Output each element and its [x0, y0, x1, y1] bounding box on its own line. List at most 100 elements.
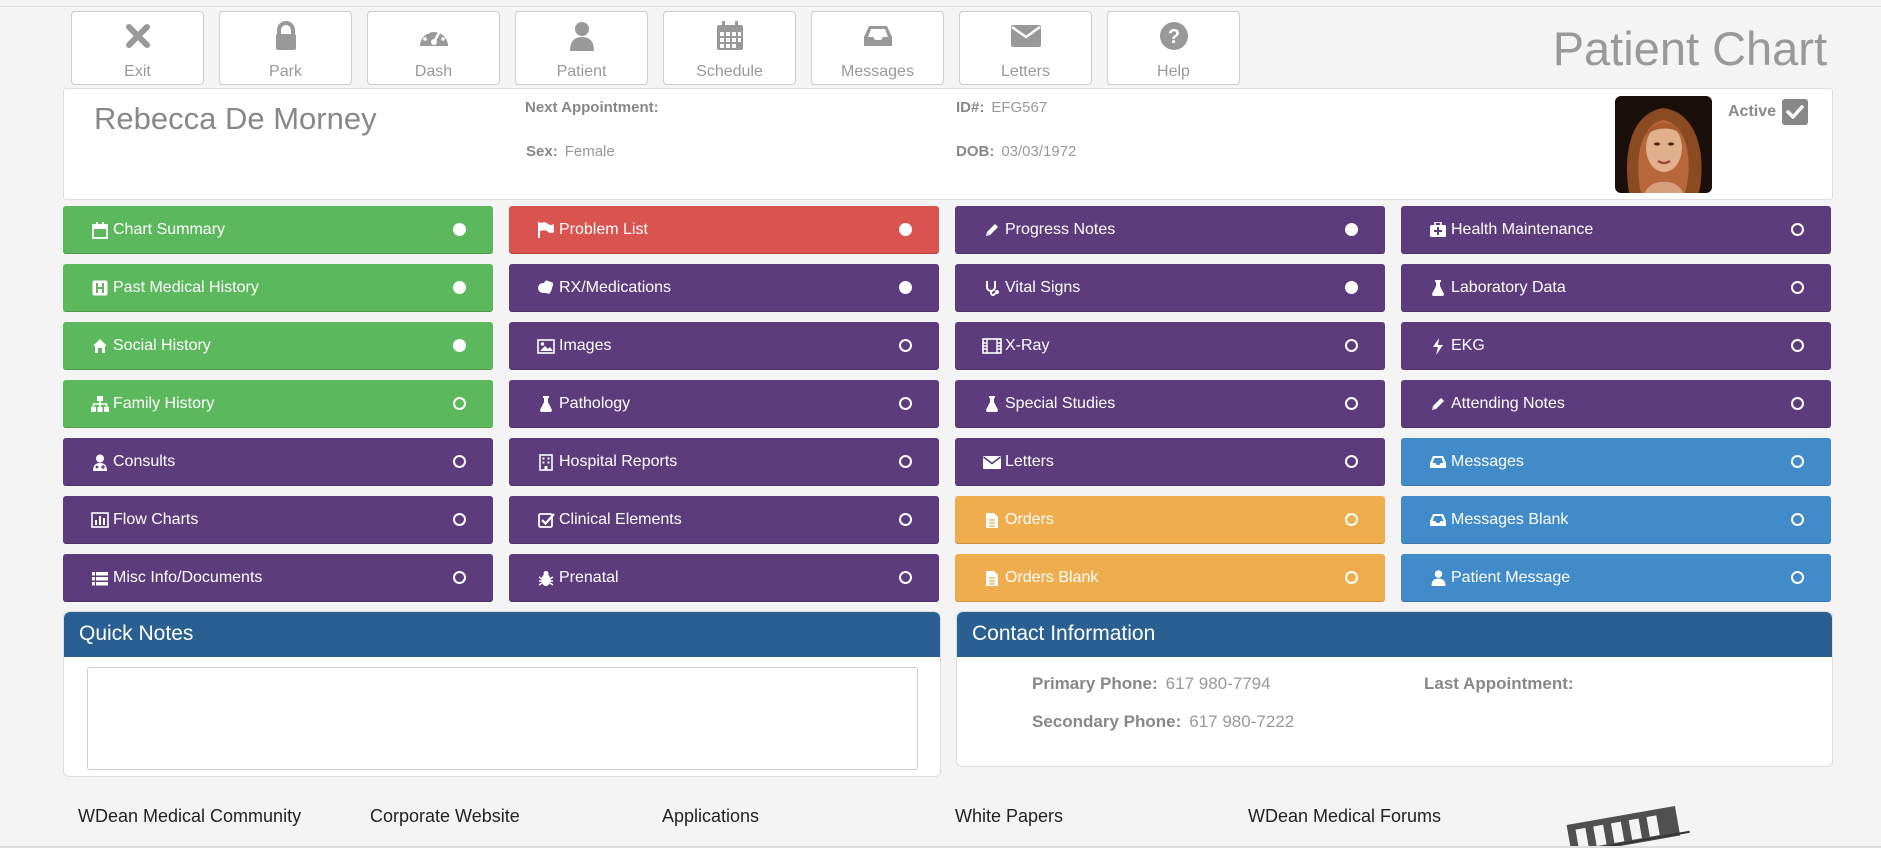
tile-label: Messages — [1451, 453, 1524, 470]
footer-link-forums[interactable]: WDean Medical Forums — [1248, 806, 1441, 827]
tile-label: Laboratory Data — [1451, 279, 1566, 296]
tile-health-maintenance[interactable]: Health Maintenance — [1401, 206, 1831, 254]
tile-label: Flow Charts — [113, 511, 199, 528]
tile-label: Social History — [113, 337, 211, 354]
id-value: EFG567 — [991, 99, 1048, 116]
status-dot-empty — [1345, 513, 1358, 526]
letters-button[interactable]: Letters — [959, 11, 1092, 85]
status-dot-empty — [453, 397, 466, 410]
status-dot-empty — [1791, 397, 1804, 410]
close-icon — [120, 18, 156, 54]
envelope-icon — [982, 452, 1002, 472]
tile-label: RX/Medications — [559, 279, 672, 296]
tile-label: Images — [559, 337, 612, 354]
status-dot-empty — [1791, 223, 1804, 236]
flask-icon — [982, 394, 1002, 414]
hospital-h-icon — [90, 278, 110, 298]
tile-ekg[interactable]: EKG — [1401, 322, 1831, 370]
exit-button[interactable]: Exit — [71, 11, 204, 85]
tile-label: Letters — [1005, 453, 1054, 470]
tile-problem-list[interactable]: Problem List — [509, 206, 939, 254]
medkit-icon — [1428, 220, 1448, 240]
tile-family-history[interactable]: Family History — [63, 380, 493, 428]
pencil-icon — [982, 220, 1002, 240]
tile-vital-signs[interactable]: Vital Signs — [955, 264, 1385, 312]
sex-value: Female — [564, 143, 615, 160]
footer-link-community[interactable]: WDean Medical Community — [78, 806, 301, 827]
park-button[interactable]: Park — [219, 11, 352, 85]
tile-rx-medications[interactable]: RX/Medications — [509, 264, 939, 312]
tile-social-history[interactable]: Social History — [63, 322, 493, 370]
sex-label: Sex: — [526, 143, 558, 160]
flask-icon — [1428, 278, 1448, 298]
tile-patient-message[interactable]: Patient Message — [1401, 554, 1831, 602]
bug-icon — [536, 568, 556, 588]
patient-photo — [1615, 96, 1712, 193]
user-md-icon — [90, 452, 110, 472]
patient-button[interactable]: Patient — [515, 11, 648, 85]
tile-chart-summary[interactable]: Chart Summary — [63, 206, 493, 254]
primary-phone-value: 617 980-7794 — [1165, 674, 1271, 693]
status-dot-empty — [899, 455, 912, 468]
park-label: Park — [269, 63, 302, 80]
help-button[interactable]: ? Help — [1107, 11, 1240, 85]
tile-label: Progress Notes — [1005, 221, 1116, 238]
image-icon — [536, 336, 556, 356]
dash-label: Dash — [414, 63, 453, 80]
tile-laboratory-data[interactable]: Laboratory Data — [1401, 264, 1831, 312]
patient-header-card: Rebecca De Morney Next Appointment: Sex:… — [63, 88, 1833, 200]
status-dot-empty — [1345, 571, 1358, 584]
tile-clinical-elements[interactable]: Clinical Elements — [509, 496, 939, 544]
next-appointment-field: Next Appointment: — [525, 99, 666, 116]
bolt-icon — [1428, 336, 1448, 356]
chart-sections-grid: Chart Summary Problem List Progress Notes H… — [63, 206, 1831, 602]
footer-link-corporate[interactable]: Corporate Website — [370, 806, 520, 827]
status-dot-empty — [1791, 571, 1804, 584]
tile-messages[interactable]: Messages — [1401, 438, 1831, 486]
messages-button[interactable]: Messages — [811, 11, 944, 85]
inbox-icon — [860, 18, 896, 54]
tile-orders[interactable]: Orders — [955, 496, 1385, 544]
last-appointment-field: Last Appointment: — [1424, 674, 1582, 694]
tile-label: X-Ray — [1005, 337, 1050, 354]
pills-icon — [536, 278, 556, 298]
user-icon — [1428, 568, 1448, 588]
tile-misc-info-documents[interactable]: Misc Info/Documents — [63, 554, 493, 602]
tile-letters[interactable]: Letters — [955, 438, 1385, 486]
tile-prenatal[interactable]: Prenatal — [509, 554, 939, 602]
tile-orders-blank[interactable]: Orders Blank — [955, 554, 1385, 602]
last-appointment-label: Last Appointment: — [1424, 674, 1574, 693]
footer-link-applications[interactable]: Applications — [662, 806, 759, 827]
sitemap-icon — [90, 394, 110, 414]
active-label: Active — [1728, 103, 1777, 120]
active-checkbox[interactable] — [1782, 99, 1809, 125]
dash-button[interactable]: Dash — [367, 11, 500, 85]
tile-messages-blank[interactable]: Messages Blank — [1401, 496, 1831, 544]
schedule-button[interactable]: Schedule — [663, 11, 796, 85]
svg-text:?: ? — [1167, 26, 1179, 48]
tile-x-ray[interactable]: X-Ray — [955, 322, 1385, 370]
tile-label: Pathology — [559, 395, 631, 412]
primary-phone-field: Primary Phone: 617 980-7794 — [1032, 674, 1271, 694]
help-icon: ? — [1156, 18, 1192, 54]
contact-info-panel: Contact Information Primary Phone: 617 98… — [956, 611, 1833, 767]
file-icon — [982, 568, 1002, 588]
quick-notes-input[interactable] — [87, 667, 918, 770]
tile-consults[interactable]: Consults — [63, 438, 493, 486]
user-icon — [564, 18, 600, 54]
contact-info-title: Contact Information — [957, 612, 1832, 657]
tile-progress-notes[interactable]: Progress Notes — [955, 206, 1385, 254]
status-dot-filled — [1345, 223, 1358, 236]
tile-hospital-reports[interactable]: Hospital Reports — [509, 438, 939, 486]
tile-special-studies[interactable]: Special Studies — [955, 380, 1385, 428]
tile-flow-charts[interactable]: Flow Charts — [63, 496, 493, 544]
sex-field: Sex: Female — [526, 143, 615, 160]
tile-attending-notes[interactable]: Attending Notes — [1401, 380, 1831, 428]
inbox-icon — [1428, 452, 1448, 472]
footer-link-white-papers[interactable]: White Papers — [955, 806, 1063, 827]
tile-label: Health Maintenance — [1451, 221, 1594, 238]
tile-images[interactable]: Images — [509, 322, 939, 370]
tile-past-medical-history[interactable]: Past Medical History — [63, 264, 493, 312]
tile-label: EKG — [1451, 337, 1485, 354]
tile-pathology[interactable]: Pathology — [509, 380, 939, 428]
